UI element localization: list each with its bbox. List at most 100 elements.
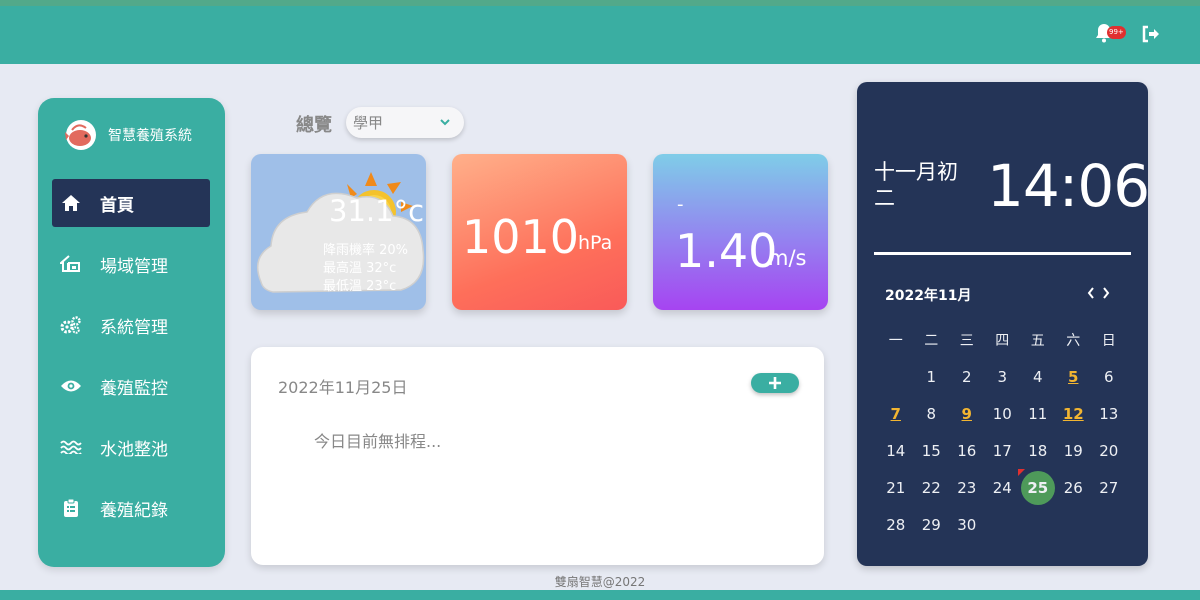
calendar-day[interactable]: 30	[949, 506, 985, 543]
lunar-date: 十一月初二	[874, 160, 958, 210]
water-icon	[60, 436, 82, 458]
calendar-day[interactable]: 13	[1091, 395, 1127, 432]
site-select-value: 學甲	[353, 114, 384, 132]
schedule-date: 2022年11月25日	[278, 378, 408, 397]
calendar-day[interactable]: 8	[914, 395, 950, 432]
low-temp: 最低溫 23°c	[323, 279, 397, 294]
prev-month-button[interactable]	[1085, 285, 1097, 301]
weekday-label: 二	[924, 332, 939, 349]
calendar-day-number: 17	[992, 441, 1012, 460]
pressure-unit: hPa	[578, 232, 613, 254]
calendar-day-number: 20	[1099, 441, 1119, 460]
sidebar: 智慧養殖系統 首頁 場域管理 系統管理 養殖監控 水池整池 養殖紀錄	[38, 98, 225, 567]
calendar-day-number: 3	[997, 367, 1008, 386]
calendar-day-number: 12	[1062, 404, 1084, 423]
sidebar-item-pond[interactable]: 水池整池	[52, 423, 210, 471]
notification-badge: 99+	[1107, 26, 1126, 39]
high-temp: 最高溫 32°c	[323, 261, 397, 276]
chevron-right-icon	[1103, 287, 1110, 299]
site-select[interactable]: 學甲	[346, 107, 464, 138]
calendar-day[interactable]: 18	[1020, 432, 1056, 469]
add-schedule-button[interactable]	[751, 373, 799, 393]
calendar-empty-cell	[1020, 506, 1056, 543]
calendar-day[interactable]: 1	[914, 358, 950, 395]
rain-chance: 降雨機率 20%	[323, 243, 409, 258]
calendar-day-today[interactable]: 25	[1018, 469, 1056, 506]
weekday-label: 三	[959, 332, 974, 349]
calendar-day[interactable]: 20	[1091, 432, 1127, 469]
calendar-day-number: 15	[921, 441, 941, 460]
eye-icon	[60, 375, 82, 397]
logout-icon[interactable]	[1140, 23, 1162, 45]
fish-logo-icon	[64, 118, 98, 152]
calendar-day[interactable]: 14	[878, 432, 914, 469]
sidebar-item-label: 養殖紀錄	[100, 500, 168, 521]
bottom-bar	[0, 590, 1200, 600]
sidebar-item-label: 首頁	[100, 195, 134, 216]
calendar-day[interactable]: 2	[949, 358, 985, 395]
calendar-day[interactable]: 9	[949, 395, 985, 432]
sidebar-item-label: 水池整池	[100, 439, 168, 460]
calendar-week-row: 14 15 16 17 18 19 20	[878, 432, 1127, 469]
calendar-month: 2022年11月	[885, 288, 972, 304]
calendar-day[interactable]: 21	[878, 469, 914, 506]
calendar-day[interactable]: 12	[1056, 395, 1092, 432]
calendar-day[interactable]: 4	[1020, 358, 1056, 395]
calendar-week-row: 28 29 30	[878, 506, 1127, 543]
calendar-day[interactable]: 19	[1056, 432, 1092, 469]
calendar-day[interactable]: 17	[985, 432, 1021, 469]
clipboard-icon	[60, 497, 82, 519]
sidebar-item-system-management[interactable]: 系統管理	[52, 301, 210, 349]
calendar-week-row: 1 2 3 4 5 6	[878, 358, 1127, 395]
calendar-day[interactable]: 10	[985, 395, 1021, 432]
overview-title: 總覽	[296, 115, 332, 136]
calendar-day[interactable]: 3	[985, 358, 1021, 395]
calendar-day-number: 22	[921, 478, 941, 497]
calendar-day[interactable]: 26	[1056, 469, 1092, 506]
wind-direction: -	[677, 194, 684, 215]
calendar-day-number: 10	[992, 404, 1012, 423]
calendar-day[interactable]: 23	[949, 469, 985, 506]
calendar-day-number: 26	[1063, 478, 1083, 497]
top-strip	[0, 0, 1200, 6]
calendar-empty-cell	[1056, 506, 1092, 543]
calendar-day-number: 25	[1020, 470, 1055, 505]
calendar-day[interactable]: 7	[878, 395, 914, 432]
calendar-day[interactable]: 6	[1091, 358, 1127, 395]
calendar-day[interactable]: 24	[985, 469, 1021, 506]
calendar-empty-cell	[985, 506, 1021, 543]
house-icon	[60, 253, 82, 275]
calendar-day[interactable]: 27	[1091, 469, 1127, 506]
calendar-day-number: 18	[1028, 441, 1048, 460]
sidebar-item-site-management[interactable]: 場域管理	[52, 240, 210, 288]
weekday-label: 日	[1101, 332, 1116, 349]
footer-text: 雙扇智慧@2022	[554, 575, 646, 589]
brand[interactable]: 智慧養殖系統	[64, 118, 192, 152]
calendar-day[interactable]: 29	[914, 506, 950, 543]
calendar-day[interactable]: 5	[1056, 358, 1092, 395]
sidebar-item-home[interactable]: 首頁	[52, 179, 210, 227]
wind-value: 1.40	[675, 224, 778, 278]
calendar-day-number: 8	[926, 404, 937, 423]
calendar-day-number: 28	[886, 515, 906, 534]
pressure-value: 1010	[462, 210, 580, 264]
sidebar-item-label: 系統管理	[100, 317, 168, 338]
sidebar-item-records[interactable]: 養殖紀錄	[52, 484, 210, 532]
home-icon	[60, 192, 82, 214]
calendar-day-number: 1	[926, 367, 937, 386]
next-month-button[interactable]	[1100, 285, 1112, 301]
calendar-empty-cell	[1091, 506, 1127, 543]
calendar-day[interactable]: 28	[878, 506, 914, 543]
calendar-day-number: 13	[1099, 404, 1119, 423]
calendar-week-row: 7 8 9 10 11 12 13	[878, 395, 1127, 432]
calendar-weekday-row: 一 二 三 四 五 六 日	[878, 321, 1127, 358]
calendar-day[interactable]: 22	[914, 469, 950, 506]
calendar-day[interactable]: 11	[1020, 395, 1056, 432]
calendar-day[interactable]: 16	[949, 432, 985, 469]
weekday-label: 五	[1030, 332, 1045, 349]
calendar-day-number: 9	[961, 404, 972, 423]
calendar-day[interactable]: 15	[914, 432, 950, 469]
sidebar-item-monitoring[interactable]: 養殖監控	[52, 362, 210, 410]
chevron-left-icon	[1087, 287, 1094, 299]
weather-temperature: 31.1°c	[329, 194, 425, 228]
